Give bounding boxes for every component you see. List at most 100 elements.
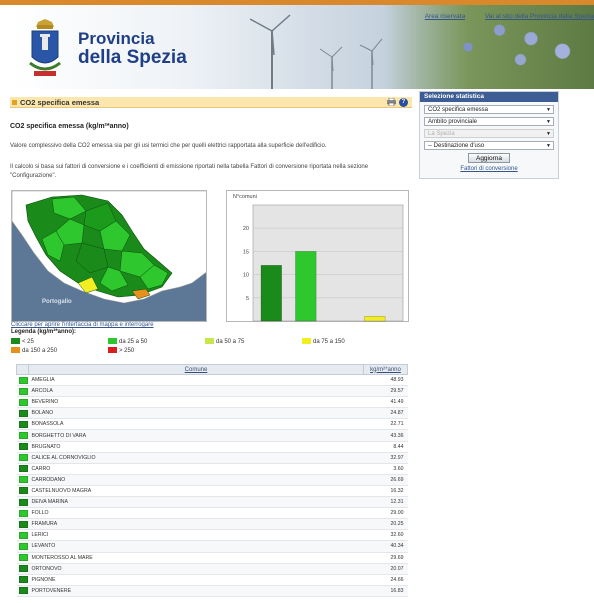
comune-name: DEIVA MARINA <box>28 496 364 509</box>
comune-name: BRUGNATO <box>28 441 364 453</box>
section-title: CO2 specifica emessa <box>20 98 100 107</box>
row-color-swatch <box>16 452 29 464</box>
table-row: CARRODANO 26.69 <box>16 474 408 486</box>
class-color-square <box>18 554 28 562</box>
comune-name: BONASSOLA <box>28 418 364 431</box>
row-color-swatch <box>16 418 29 431</box>
indicator-select[interactable]: CO2 specifica emessa ▼ <box>424 105 554 114</box>
class-color-square <box>18 509 28 517</box>
statistics-selection-panel: Selezione statistica CO2 specifica emess… <box>419 91 559 179</box>
legend-item: < 25 <box>11 338 34 345</box>
reserved-area-link[interactable]: Area riservata <box>425 13 465 20</box>
class-color-square <box>18 531 28 539</box>
comune-name: LERICI <box>28 529 364 542</box>
table-row: LERICI 32.60 <box>16 529 408 542</box>
map-place-label: Portogallo <box>42 299 72 305</box>
row-color-swatch <box>16 407 29 420</box>
comune-name: ARCOLA <box>28 385 364 398</box>
class-color-square <box>18 443 28 451</box>
chart-bar <box>364 316 386 322</box>
chevron-down-icon: ▼ <box>546 131 551 137</box>
comune-name: BORGHETTO DI VARA <box>28 429 364 442</box>
class-color-square <box>18 565 28 573</box>
comune-name: CARRO <box>28 463 364 475</box>
brand-line1: Provincia <box>78 29 155 48</box>
legend-item: da 75 a 150 <box>302 338 345 345</box>
comune-name: MONTEROSSO AL MARE <box>28 552 364 564</box>
class-color-square <box>18 576 28 584</box>
legend-label: > 250 <box>119 348 135 354</box>
row-color-swatch <box>16 429 29 442</box>
table-header-comune[interactable]: Comune <box>28 364 364 375</box>
province-map[interactable]: Portogallo <box>11 190 207 322</box>
class-color-square <box>18 520 28 528</box>
class-color-square <box>18 454 28 462</box>
table-row: FOLLO 29.00 <box>16 507 408 520</box>
table-row: LEVANTO 40.34 <box>16 540 408 553</box>
co2-value: 43.36 <box>363 429 408 442</box>
legend-label: da 150 a 250 <box>22 348 58 354</box>
wind-turbines-image <box>249 14 383 89</box>
area-select[interactable]: La Spezia ▼ <box>424 129 554 138</box>
class-color-square <box>18 498 28 506</box>
scope-select[interactable]: Ambito provinciale ▼ <box>424 117 554 126</box>
legend-label: da 75 a 150 <box>313 339 345 345</box>
comune-name: CASTELNUOVO MAGRA <box>28 485 364 498</box>
help-icon[interactable]: ? <box>399 98 408 107</box>
scope-select-value: Ambito provinciale <box>428 119 478 125</box>
table-row: CASTELNUOVO MAGRA 16.32 <box>16 485 408 498</box>
legend-swatch <box>205 338 214 344</box>
table-row: BOLANO 24.87 <box>16 407 408 420</box>
row-color-swatch <box>16 552 29 564</box>
co2-value: 3.60 <box>363 463 408 475</box>
chevron-down-icon: ▼ <box>546 107 551 113</box>
table-header-value[interactable]: kg/m²*anno <box>363 364 408 375</box>
table-body: AMEGLIA 48.93 ARCOLA 29.57 BEVERINO 41.49 BOLA… <box>16 374 408 597</box>
row-color-swatch <box>16 574 29 586</box>
table-row: PIGNONE 24.66 <box>16 574 408 586</box>
row-color-swatch <box>16 496 29 509</box>
row-color-swatch <box>16 441 29 453</box>
area-select-value: La Spezia <box>428 131 455 137</box>
legend-item: da 150 a 250 <box>11 347 57 354</box>
row-color-swatch <box>16 518 29 531</box>
table-row: BEVERINO 41.49 <box>16 396 408 409</box>
table-row: AMEGLIA 48.93 <box>16 374 408 387</box>
print-icon[interactable] <box>387 98 396 106</box>
co2-value: 26.69 <box>363 474 408 486</box>
legend-item: da 50 a 75 <box>205 338 244 345</box>
chart-svg: 5 10 15 20 <box>243 204 404 322</box>
co2-value: 12.31 <box>363 496 408 509</box>
chart-y-tick-label: 15 <box>243 249 249 255</box>
conversion-factors-link[interactable]: Fattori di conversione <box>420 166 558 172</box>
row-color-swatch <box>16 474 29 486</box>
open-map-link[interactable]: Cliccare per aprire l'interfaccia di map… <box>11 322 154 328</box>
legend-label: < 25 <box>22 339 34 345</box>
comune-name: PORTOVENERE <box>28 585 364 597</box>
building-use-select[interactable]: -- Destinazione d'uso ▼ <box>424 141 554 150</box>
row-color-swatch <box>16 507 29 520</box>
chart-y-tick-label: 5 <box>246 296 249 302</box>
co2-value: 16.83 <box>363 585 408 597</box>
class-color-square <box>18 376 28 384</box>
calculation-note: Il calcolo si basa sui fattori di conver… <box>10 164 369 179</box>
comune-name: FOLLO <box>28 507 364 520</box>
comune-name: LEVANTO <box>28 540 364 553</box>
row-color-swatch <box>16 585 29 597</box>
table-row: BORGHETTO DI VARA 43.36 <box>16 429 408 442</box>
row-color-swatch <box>16 563 29 575</box>
update-button[interactable]: Aggiorna <box>468 153 510 163</box>
brand-line2: della Spezia <box>78 47 187 68</box>
table-row: ARCOLA 29.57 <box>16 385 408 398</box>
table-row: MONTEROSSO AL MARE 29.69 <box>16 552 408 564</box>
row-color-swatch <box>16 540 29 553</box>
province-site-link[interactable]: Vai al sito della Provincia della Spezia <box>485 13 594 20</box>
class-color-square <box>18 398 28 406</box>
municipality-table: Comune kg/m²*anno AMEGLIA 48.93 ARCOLA 29.5… <box>16 364 408 597</box>
row-color-swatch <box>16 529 29 542</box>
co2-value: 40.34 <box>363 540 408 553</box>
class-color-square <box>18 420 28 428</box>
legend-title: Legenda (kg/m²*anno): <box>11 329 77 335</box>
table-row: CALICE AL CORNOVIGLIO 32.97 <box>16 452 408 464</box>
brand-title: Provincia della Spezia <box>78 29 187 67</box>
